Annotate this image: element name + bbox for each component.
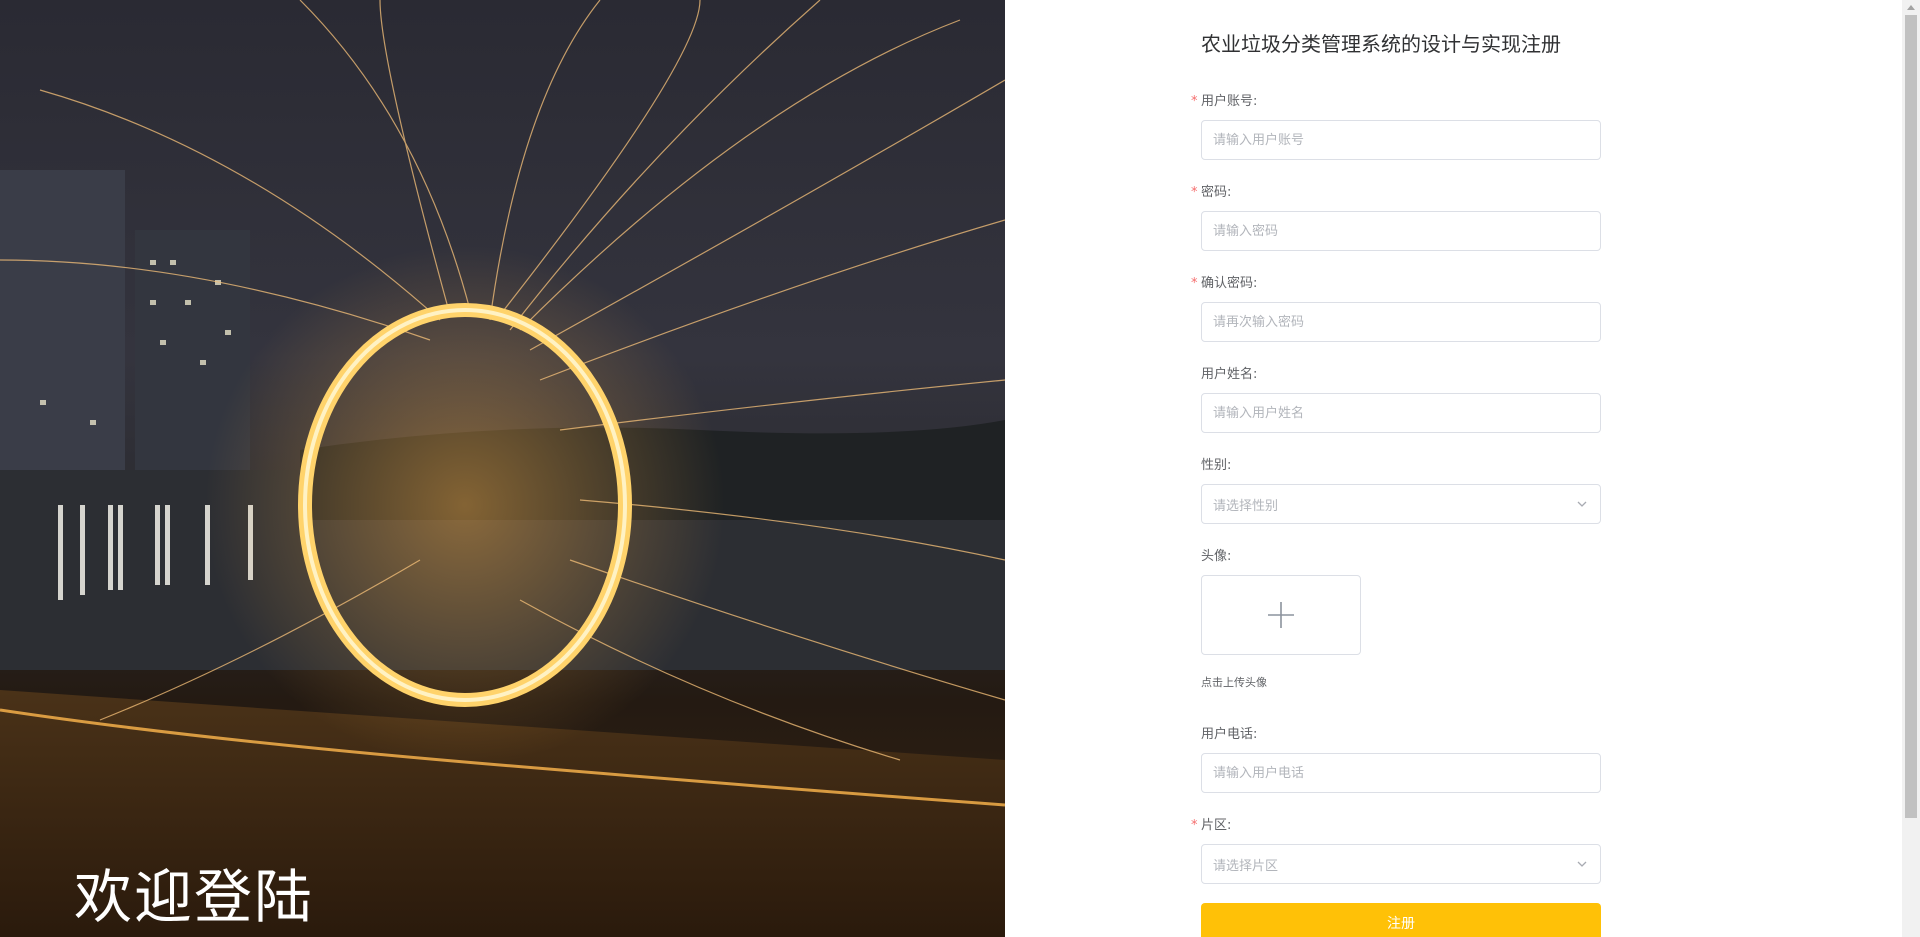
steel-wool-photo	[0, 0, 1005, 937]
district-label: * 片区:	[1191, 816, 1232, 836]
confirm-password-label-text: 确认密码:	[1201, 276, 1258, 291]
required-mark: *	[1191, 94, 1198, 109]
phone-input[interactable]	[1201, 753, 1601, 793]
scroll-up-arrow-icon[interactable]	[1907, 5, 1915, 10]
hero-image-panel: 欢迎登陆	[0, 0, 1005, 937]
avatar-upload-hint: 点击上传头像	[1201, 676, 1267, 689]
name-input[interactable]	[1201, 393, 1601, 433]
gender-select[interactable]: 请选择性别	[1201, 484, 1601, 524]
plus-icon	[1268, 602, 1294, 628]
chevron-down-icon	[1577, 861, 1587, 867]
scrollbar-thumb[interactable]	[1905, 15, 1917, 818]
gender-select-placeholder: 请选择性别	[1213, 499, 1279, 514]
register-page: 欢迎登陆 农业垃圾分类管理系统的设计与实现注册 * 用户账号: * 密码: * …	[0, 0, 1920, 937]
required-mark: *	[1191, 185, 1198, 200]
avatar-upload[interactable]	[1201, 575, 1361, 655]
name-label: 用户姓名:	[1201, 367, 1258, 382]
password-label: * 密码:	[1191, 183, 1232, 203]
required-mark: *	[1191, 818, 1198, 833]
required-mark: *	[1191, 276, 1198, 291]
password-input[interactable]	[1201, 211, 1601, 251]
phone-label: 用户电话:	[1201, 727, 1258, 742]
page-scrollbar[interactable]	[1902, 0, 1920, 937]
avatar-label: 头像:	[1201, 549, 1232, 564]
confirm-password-label: * 确认密码:	[1191, 274, 1258, 294]
account-label: * 用户账号:	[1191, 92, 1258, 112]
password-label-text: 密码:	[1201, 185, 1232, 200]
account-input[interactable]	[1201, 120, 1601, 160]
form-title: 农业垃圾分类管理系统的设计与实现注册	[1201, 32, 1561, 56]
register-form: 农业垃圾分类管理系统的设计与实现注册 * 用户账号: * 密码: * 确认密码:…	[1005, 0, 1902, 937]
gender-label: 性别:	[1201, 458, 1232, 473]
district-select-placeholder: 请选择片区	[1213, 859, 1279, 874]
confirm-password-input[interactable]	[1201, 302, 1601, 342]
chevron-down-icon	[1577, 501, 1587, 507]
welcome-title: 欢迎登陆	[74, 863, 315, 931]
account-label-text: 用户账号:	[1201, 94, 1258, 109]
district-select[interactable]: 请选择片区	[1201, 844, 1601, 884]
district-label-text: 片区:	[1201, 818, 1232, 833]
register-button[interactable]: 注册	[1201, 903, 1601, 937]
